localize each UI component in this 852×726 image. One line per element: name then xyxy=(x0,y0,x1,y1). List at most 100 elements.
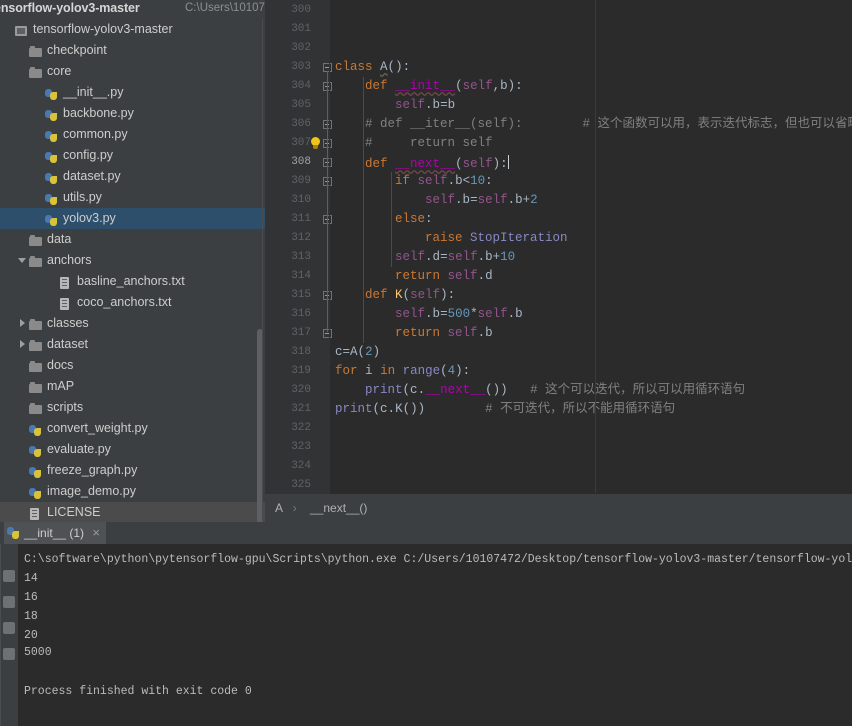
py-icon xyxy=(45,151,59,164)
py-icon xyxy=(45,214,59,227)
module-icon xyxy=(15,25,29,38)
tree-item-utils-py[interactable]: utils.py xyxy=(0,187,265,208)
tree-item-data[interactable]: data xyxy=(0,229,265,250)
tree-item-dataset-py[interactable]: dataset.py xyxy=(0,166,265,187)
code-text-area[interactable]: class A(): def __init__(self,b): self.b=… xyxy=(330,0,852,522)
tree-item-anchors[interactable]: anchors xyxy=(0,250,265,271)
folder-icon xyxy=(29,361,43,374)
tree-item-yolov3-py[interactable]: yolov3.py xyxy=(0,208,265,229)
code-line[interactable]: raise StopIteration xyxy=(335,229,568,248)
project-tree-panel[interactable]: tensorflow-yolov3-master checkpoint core __… xyxy=(0,19,265,522)
console-command-line: C:\software\python\pytensorflow-gpu\Scri… xyxy=(24,553,852,566)
code-line[interactable]: if self.b<10: xyxy=(335,172,493,191)
folder-icon xyxy=(29,319,43,332)
tree-item-label: config.py xyxy=(63,148,114,162)
code-line[interactable]: return self.b xyxy=(335,324,493,343)
tree-item-core[interactable]: core xyxy=(0,61,265,82)
breadcrumb[interactable]: A › __next__() xyxy=(265,494,852,522)
tree-item-image-demo-py[interactable]: image_demo.py xyxy=(0,481,265,502)
py-icon xyxy=(45,88,59,101)
tree-item-config-py[interactable]: config.py xyxy=(0,145,265,166)
console-tab-label: __init__ (1) xyxy=(24,526,85,540)
breadcrumb-class[interactable]: A xyxy=(275,501,282,515)
code-line[interactable]: def __next__(self): xyxy=(335,153,509,172)
fold-connector xyxy=(327,71,328,332)
project-title: ensorflow-yolov3-master xyxy=(0,1,140,15)
tree-item-backbone-py[interactable]: backbone.py xyxy=(0,103,265,124)
tree-item-classes[interactable]: classes xyxy=(0,313,265,334)
tree-item-scripts[interactable]: scripts xyxy=(0,397,265,418)
tree-item-label: __init__.py xyxy=(63,85,124,99)
folder-icon xyxy=(29,67,43,80)
tree-item-checkpoint[interactable]: checkpoint xyxy=(0,40,265,61)
folder-icon xyxy=(29,46,43,59)
scroll-to-end-icon[interactable] xyxy=(3,648,15,660)
intention-bulb-icon[interactable] xyxy=(309,137,322,151)
panel-divider xyxy=(262,19,263,522)
folder-icon xyxy=(29,403,43,416)
tree-item-common-py[interactable]: common.py xyxy=(0,124,265,145)
code-line[interactable]: print(c.K()) # 不可迭代，所以不能用循环语句 xyxy=(335,400,675,419)
console-toolbar-strip[interactable] xyxy=(0,544,18,726)
txt-icon xyxy=(59,277,73,290)
folder-icon xyxy=(29,256,43,269)
tree-item-dataset[interactable]: dataset xyxy=(0,334,265,355)
line-number: 312 xyxy=(291,232,311,244)
tree-item-label: core xyxy=(47,64,72,78)
tree-item-freeze-graph-py[interactable]: freeze_graph.py xyxy=(0,460,265,481)
tree-item-license[interactable]: LICENSE xyxy=(0,502,265,522)
line-number: 304 xyxy=(291,80,311,92)
breadcrumb-method[interactable]: __next__() xyxy=(310,501,367,515)
code-line[interactable]: print(c.__next__()) # 这个可以迭代，所以可以用循环语句 xyxy=(335,381,745,400)
py-icon xyxy=(45,193,59,206)
code-line[interactable]: self.b=b xyxy=(335,96,455,115)
chevron-right-icon[interactable] xyxy=(18,318,28,328)
code-line[interactable]: else: xyxy=(335,210,433,229)
tree-item-convert-weight-py[interactable]: convert_weight.py xyxy=(0,418,265,439)
code-line[interactable]: return self.d xyxy=(335,267,493,286)
chevron-down-icon[interactable] xyxy=(18,255,28,265)
code-line[interactable]: # def __iter__(self): # 这个函数可以用，表示迭代标志，但… xyxy=(335,115,852,134)
code-line[interactable]: c=A(2) xyxy=(335,343,380,362)
code-line[interactable]: class A(): xyxy=(335,58,410,77)
stop-icon[interactable] xyxy=(3,596,15,608)
tree-item-docs[interactable]: docs xyxy=(0,355,265,376)
code-line[interactable]: self.b=self.b+2 xyxy=(335,191,538,210)
tree-item-label: mAP xyxy=(47,379,75,393)
editor-gutter[interactable]: 300 301 302 303 304 305 306 307 308 309 310 311 312 3… xyxy=(265,0,332,522)
code-line[interactable]: def K(self): xyxy=(335,286,455,305)
code-editor[interactable]: 300 301 302 303 304 305 306 307 308 309 310 311 312 3… xyxy=(265,0,852,522)
tree-item-evaluate-py[interactable]: evaluate.py xyxy=(0,439,265,460)
run-console-output[interactable]: C:\software\python\pytensorflow-gpu\Scri… xyxy=(18,544,852,726)
tree-item-label: freeze_graph.py xyxy=(47,463,138,477)
console-tab-init[interactable]: __init__ (1) × xyxy=(4,522,106,544)
code-line[interactable]: # return self xyxy=(335,134,493,153)
tree-item--init-py[interactable]: __init__.py xyxy=(0,82,265,103)
py-icon xyxy=(45,130,59,143)
code-line[interactable]: for i in range(4): xyxy=(335,362,470,381)
tree-item-basline-anchors-txt[interactable]: basline_anchors.txt xyxy=(0,271,265,292)
txt-icon xyxy=(29,508,43,521)
tree-item-coco-anchors-txt[interactable]: coco_anchors.txt xyxy=(0,292,265,313)
tree-item-label: evaluate.py xyxy=(47,442,111,456)
console-output-line: 18 xyxy=(24,610,38,623)
line-number: 305 xyxy=(291,99,311,111)
chevron-right-icon[interactable] xyxy=(18,339,28,349)
rerun-icon[interactable] xyxy=(3,570,15,582)
line-number: 310 xyxy=(291,194,311,206)
print-icon[interactable] xyxy=(3,622,15,634)
project-tree[interactable]: tensorflow-yolov3-master checkpoint core __… xyxy=(0,19,265,522)
close-icon[interactable]: × xyxy=(92,525,100,540)
tree-item-tensorflow-yolov3-master[interactable]: tensorflow-yolov3-master xyxy=(0,19,265,40)
line-number: 300 xyxy=(291,4,311,16)
tree-item-map[interactable]: mAP xyxy=(0,376,265,397)
